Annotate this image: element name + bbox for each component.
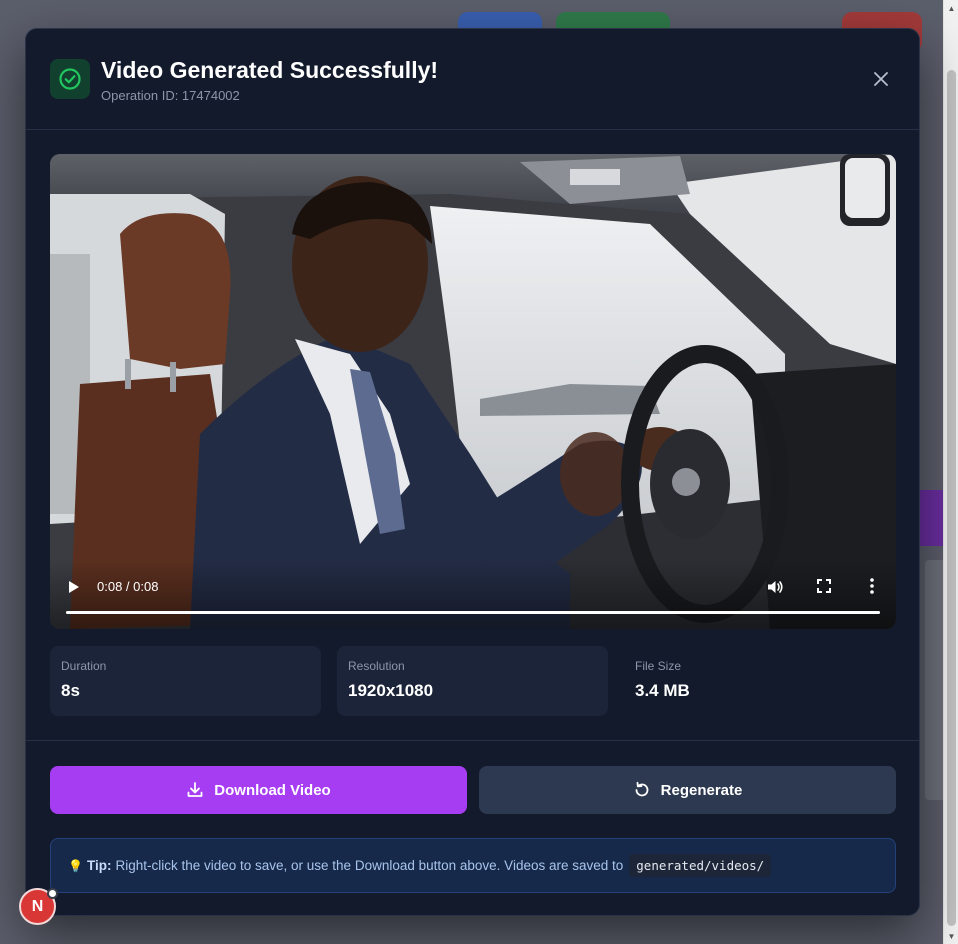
regenerate-button[interactable]: Regenerate [479,766,896,814]
scroll-up-arrow[interactable]: ▲ [944,0,958,16]
download-icon [187,782,203,797]
more-vertical-icon [870,578,874,594]
tip-box: 💡 Tip: Right-click the video to save, or… [50,838,896,893]
avatar-status-dot [47,888,58,899]
check-circle-icon [50,59,90,99]
video-time: 0:08 / 0:08 [97,579,159,594]
regenerate-button-label: Regenerate [660,781,743,799]
video-progress-fill [66,611,880,614]
close-icon [874,72,888,86]
video-stats: Duration 8s Resolution 1920x1080 File Si… [50,646,896,716]
modal-title: Video Generated Successfully! [101,57,439,83]
lightbulb-icon: 💡 [68,858,83,873]
scroll-down-arrow[interactable]: ▼ [944,928,958,944]
stat-label: Resolution [348,659,405,673]
divider [26,740,919,741]
scroll-thumb[interactable] [947,70,956,926]
operation-id: Operation ID: 17474002 [101,88,240,103]
modal-header: Video Generated Successfully! Operation … [26,29,919,130]
volume-icon [768,581,783,593]
play-icon [69,581,79,593]
download-video-button[interactable]: Download Video [50,766,467,814]
fullscreen-button[interactable] [816,578,832,594]
stat-value: 1920x1080 [348,681,434,700]
stat-label: Duration [61,659,107,673]
fullscreen-icon [817,579,831,593]
background-panel [925,560,943,800]
stat-label: File Size [635,659,682,673]
tip-label: Tip: [86,858,112,873]
stat-resolution: Resolution 1920x1080 [337,646,608,716]
tip-text: Right-click the video to save, or use th… [115,858,624,873]
stat-value: 3.4 MB [635,681,690,700]
video-frame [50,154,896,629]
page-scrollbar[interactable]: ▲ ▼ [943,0,958,944]
stat-file-size: File Size 3.4 MB [624,646,895,716]
video-player[interactable]: 0:08 / 0:08 [50,154,896,629]
close-button[interactable] [869,67,893,91]
download-button-label: Download Video [214,781,331,799]
play-button[interactable] [67,580,81,594]
stat-value: 8s [61,681,80,700]
stat-duration: Duration 8s [50,646,321,716]
video-progress-bar[interactable] [66,611,880,614]
tip-path: generated/videos/ [629,854,772,877]
refresh-icon [635,781,649,797]
video-controls: 0:08 / 0:08 [50,559,896,629]
video-result-modal: Video Generated Successfully! Operation … [25,28,920,916]
more-options-button[interactable] [864,577,880,595]
volume-button[interactable] [766,578,784,596]
